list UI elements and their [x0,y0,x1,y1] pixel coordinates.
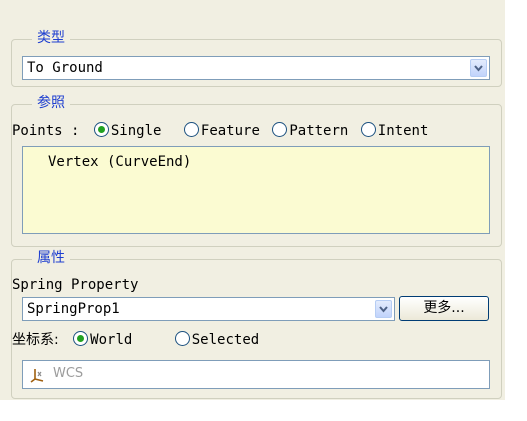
radio-single[interactable] [93,122,109,137]
radio-pattern-label[interactable]: Pattern [289,123,348,139]
radio-intent[interactable] [360,122,376,137]
points-row: Points : Single Feature Pattern Intent [12,121,428,141]
csys-row: 坐标系: World Selected [12,330,259,350]
more-button[interactable]: 更多... [399,296,489,321]
radio-intent-label[interactable]: Intent [378,123,429,139]
radio-pattern[interactable] [272,122,288,137]
radio-world[interactable] [73,331,89,346]
radio-selected[interactable] [174,331,190,346]
type-dropdown-button[interactable] [470,59,487,77]
list-item[interactable]: Vertex (CurveEnd) [48,152,191,172]
type-select[interactable]: To Ground [22,56,490,80]
type-group-title: 类型 [32,29,70,47]
chevron-down-icon [379,306,388,313]
spring-property-dropdown-button[interactable] [375,300,392,318]
spring-property-select[interactable]: SpringProp1 [22,297,395,321]
radio-world-label[interactable]: World [90,332,132,348]
radio-single-label[interactable]: Single [111,123,162,139]
property-group-title: 属性 [32,249,70,267]
radio-selected-label[interactable]: Selected [192,332,259,348]
reference-group-title: 参照 [32,94,70,112]
chevron-down-icon [474,65,483,72]
csys-label: 坐标系: [12,332,59,348]
coordinate-system-icon [30,369,44,383]
spring-dialog-panel: 类型 To Ground 参照 Points : Single Feature … [0,0,505,400]
spring-property-label: Spring Property [12,277,139,293]
reference-listbox[interactable]: Vertex (CurveEnd) [22,146,490,234]
radio-feature[interactable] [183,122,199,137]
radio-feature-label[interactable]: Feature [201,123,260,139]
type-select-value: To Ground [27,60,103,76]
csys-field-text: WCS [53,366,84,381]
more-button-label: 更多... [423,300,465,316]
points-label: Points : [12,123,80,139]
spring-property-value: SpringProp1 [27,301,120,317]
csys-field[interactable]: WCS [22,360,490,389]
